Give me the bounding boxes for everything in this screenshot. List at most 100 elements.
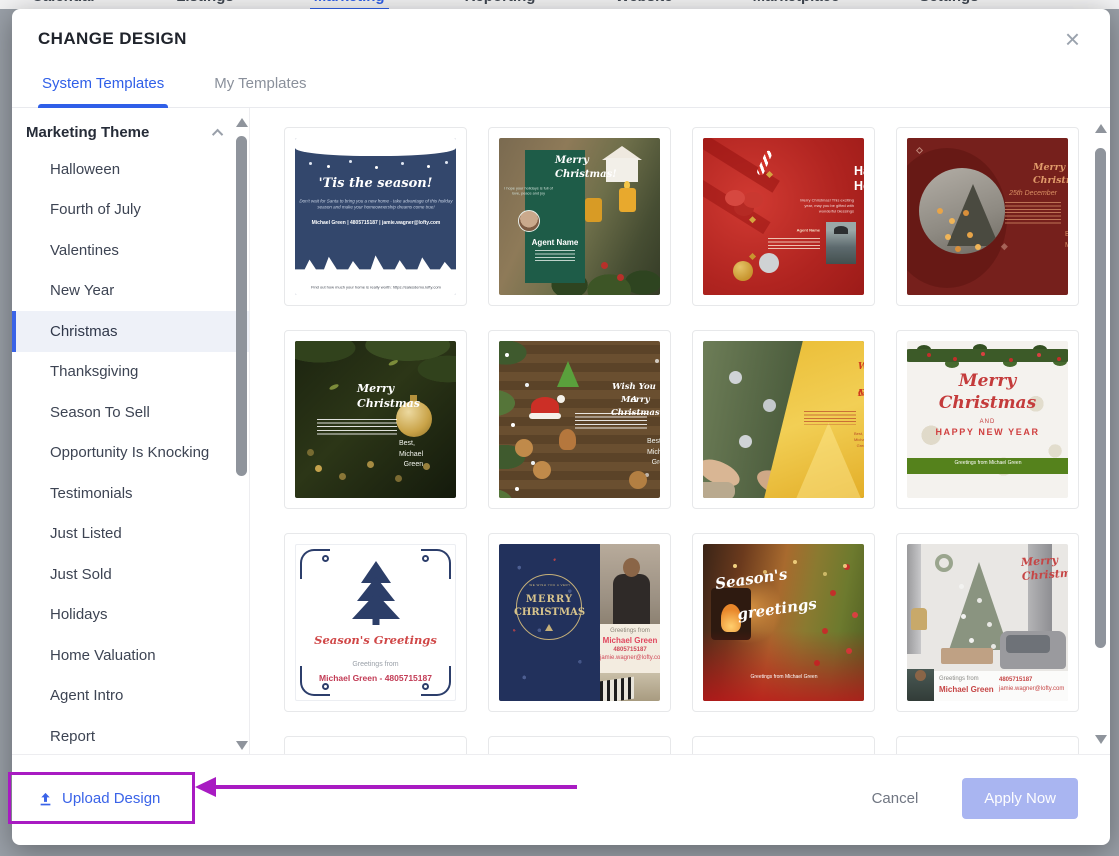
modal-header: CHANGE DESIGN × (12, 9, 1110, 63)
decor-lantern (911, 608, 927, 630)
sidebar-item-testimonials[interactable]: Testimonials (12, 473, 249, 514)
template-subtitle: Merry Christmas! This exciting year, may… (794, 198, 854, 214)
decor-paragraph-lines (575, 413, 647, 431)
sidebar-group-header[interactable]: Marketing Theme (12, 114, 249, 149)
decor-tree-baubles (844, 564, 850, 570)
sidebar-item-just-listed[interactable]: Just Listed (12, 514, 249, 555)
sidebar-item-report[interactable]: Report (12, 716, 249, 757)
sidebar-item-season-to-sell[interactable]: Season To Sell (12, 392, 249, 433)
template-greeting: Greetings from (296, 661, 455, 668)
decor-snowflake-cookies (533, 461, 551, 479)
sidebar-item-agent-intro[interactable]: Agent Intro (12, 676, 249, 717)
decor-corner-curl (322, 555, 329, 562)
grid-scrollbar[interactable] (1094, 124, 1106, 744)
change-design-modal: CHANGE DESIGN × System Templates My Temp… (12, 9, 1110, 845)
upload-design-button[interactable]: Upload Design (38, 790, 160, 807)
decor-contact-lines (768, 238, 820, 250)
agent-name: Michael Green - 4805715187 (296, 673, 455, 683)
agent-avatar (518, 210, 540, 232)
sidebar-scrollbar[interactable] (235, 118, 247, 750)
decor-corner-flourish (421, 549, 451, 579)
decor-tree-silhouette (947, 184, 999, 246)
template-card-merry-christmas-navy-agent[interactable]: WE WISH YOU A VERY MERRY CHRISTMAS Greet… (488, 533, 671, 712)
decor-santa-hat-pom (557, 395, 565, 403)
template-card-merry-christmas-pine[interactable]: MerryChristmas Best,Michael Green (284, 330, 467, 509)
template-card-merry-christmas-living-room[interactable]: MerryChristmas Greetings from Michael Gr… (896, 533, 1079, 712)
sidebar-item-home-valuation[interactable]: Home Valuation (12, 635, 249, 676)
decor-snow-dots (505, 353, 509, 357)
cancel-button[interactable]: Cancel (872, 790, 919, 807)
sidebar-item-opportunity-is-knocking[interactable]: Opportunity Is Knocking (12, 433, 249, 474)
template-card-merry-christmas-maroon[interactable]: MerryChristmas 25th December Best,Michae… (896, 127, 1079, 306)
template-card-wish-you-gold[interactable]: Wish YouA MerryChristmas Best,Michael Gr… (692, 330, 875, 509)
template-card-seasons-greetings-white[interactable]: Season's Greetings Greetings from Michae… (284, 533, 467, 712)
template-card[interactable] (488, 736, 671, 754)
template-card-wish-you-wood[interactable]: Wish You AMerry Christmas Best,Michael G… (488, 330, 671, 509)
template-banner-text: Greetings from Michael Green (907, 460, 1068, 466)
scroll-up-icon[interactable] (236, 118, 248, 127)
template-card[interactable] (692, 736, 875, 754)
tab-my-templates[interactable]: My Templates (210, 63, 310, 107)
decor-santa-hat-band (529, 413, 561, 419)
sidebar-item-thanksgiving[interactable]: Thanksgiving (12, 352, 249, 393)
template-title: HappyHolidays (764, 164, 854, 179)
template-card-merry-christmas-green[interactable]: MerryChristmas! I hope your holidays is … (488, 127, 671, 306)
nav-item-website[interactable]: Website (611, 0, 676, 9)
nav-item-marketing[interactable]: Marketing (310, 0, 389, 9)
template-title: MerryChristmas (978, 553, 1065, 573)
theme-sidebar: Marketing Theme Halloween Fourth of July… (12, 108, 250, 754)
sidebar-item-valentines[interactable]: Valentines (12, 230, 249, 271)
template-card-tis-the-season[interactable]: 'Tis the season! Don't wait for Santa to… (284, 127, 467, 306)
close-icon[interactable]: × (1061, 29, 1084, 49)
modal-title: CHANGE DESIGN (38, 29, 187, 49)
decor-silver-ornaments (729, 371, 742, 384)
tab-bar: System Templates My Templates (12, 63, 1110, 108)
scroll-down-icon[interactable] (236, 741, 248, 750)
nav-item-calendar[interactable]: Calendar (28, 0, 100, 9)
template-card-seasons-greetings-fireplace[interactable]: Season's greetings Greetings from Michae… (692, 533, 875, 712)
sidebar-item-halloween[interactable]: Halloween (12, 149, 249, 190)
template-card-happy-holidays[interactable]: HappyHolidays Merry Christmas! This exci… (692, 127, 875, 306)
template-title: Wish You AMerry Christmas (565, 381, 657, 394)
decor-village-silhouette (295, 254, 456, 282)
decor-tree-trunk (372, 617, 379, 625)
template-title-line1: MERRY (499, 594, 600, 605)
template-signoff: Best,Michael Green (589, 437, 647, 448)
template-signoff: Best,Michael Green (794, 431, 854, 437)
decor-paragraph-lines (804, 411, 856, 425)
decor-paragraph-lines (1005, 202, 1061, 224)
sidebar-item-fourth-of-july[interactable]: Fourth of July (12, 190, 249, 231)
template-title: MerryChristmas! (525, 154, 585, 168)
apply-now-button[interactable]: Apply Now (962, 778, 1078, 819)
template-subtitle: I hope your holidays is full of love, pe… (502, 186, 554, 196)
template-title: Season's Greetings (296, 633, 455, 647)
decor-garland (907, 349, 1068, 362)
template-card[interactable] (896, 736, 1079, 754)
template-signoff: Best,Michael Green (335, 439, 399, 450)
scrollbar-thumb[interactable] (236, 136, 247, 476)
scroll-down-icon[interactable] (1095, 735, 1107, 744)
top-nav: Calendar Listings Marketing Reporting We… (0, 0, 1119, 9)
sidebar-item-new-year[interactable]: New Year (12, 271, 249, 312)
chevron-up-icon (212, 128, 223, 139)
scrollbar-thumb[interactable] (1095, 148, 1106, 648)
decor-gingerbread-cookie (559, 429, 576, 450)
sidebar-item-holidays[interactable]: Holidays (12, 595, 249, 636)
decor-tree-snow (959, 584, 964, 589)
template-greeting: Greetings from (600, 628, 660, 634)
nav-item-listings[interactable]: Listings (172, 0, 238, 9)
template-grid: 'Tis the season! Don't wait for Santa to… (250, 108, 1110, 754)
template-card[interactable] (284, 736, 467, 754)
template-card-merry-christmas-new-year[interactable]: Merry Christmas AND HAPPY NEW YEAR Greet… (896, 330, 1079, 509)
tab-system-templates[interactable]: System Templates (38, 63, 168, 107)
sidebar-item-just-sold[interactable]: Just Sold (12, 554, 249, 595)
sidebar-item-christmas[interactable]: Christmas (12, 311, 249, 352)
nav-item-settings[interactable]: Settings (915, 0, 982, 9)
theme-list: Halloween Fourth of July Valentines New … (12, 149, 249, 757)
template-title-line1: Merry (907, 371, 1068, 391)
upload-icon (38, 791, 53, 807)
nav-item-marketplace[interactable]: Marketplace (749, 0, 844, 9)
nav-item-reporting[interactable]: Reporting (461, 0, 540, 9)
template-title: MerryChristmas (305, 381, 409, 396)
scroll-up-icon[interactable] (1095, 124, 1107, 133)
